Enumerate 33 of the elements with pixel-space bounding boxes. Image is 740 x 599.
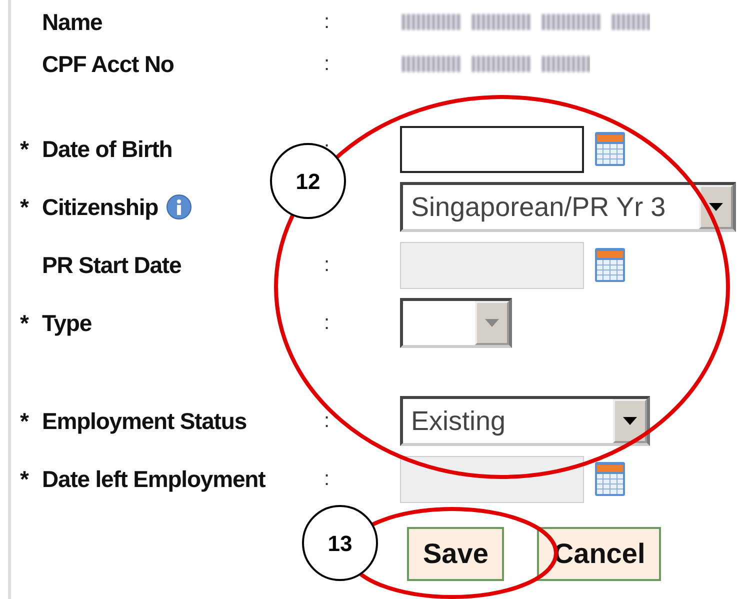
caret-icon bbox=[484, 318, 500, 328]
callout-number: 13 bbox=[302, 505, 378, 581]
required-mark: * bbox=[20, 308, 30, 338]
caret-icon bbox=[708, 202, 724, 212]
required-mark: * bbox=[20, 464, 30, 494]
calendar-icon[interactable] bbox=[594, 131, 626, 167]
cancel-button[interactable]: Cancel bbox=[537, 527, 662, 581]
required-mark: * bbox=[20, 192, 30, 222]
info-icon[interactable] bbox=[166, 194, 192, 220]
required-mark: * bbox=[20, 134, 30, 164]
dropdown-arrow-button[interactable] bbox=[613, 399, 647, 443]
field-label: Date of Birth bbox=[42, 134, 172, 164]
colon-separator: : bbox=[324, 253, 330, 278]
colon-separator: : bbox=[324, 311, 330, 336]
field-label: Type bbox=[42, 308, 92, 338]
field-label: Date left Employment bbox=[42, 464, 266, 494]
colon-separator: : bbox=[324, 52, 330, 77]
colon-separator: : bbox=[324, 409, 330, 434]
colon-separator: : bbox=[324, 467, 330, 492]
field-label: Employment Status bbox=[42, 406, 247, 436]
required-mark: * bbox=[20, 406, 30, 436]
calendar-icon[interactable] bbox=[594, 461, 626, 497]
caret-icon bbox=[622, 416, 638, 426]
field-label: Name bbox=[42, 8, 102, 37]
save-button[interactable]: Save bbox=[407, 527, 504, 581]
field-label: PR Start Date bbox=[42, 250, 182, 280]
calendar-icon[interactable] bbox=[594, 247, 626, 283]
field-label: CPF Acct No bbox=[42, 50, 174, 79]
dropdown-select[interactable]: Existing bbox=[400, 396, 650, 446]
date-field[interactable] bbox=[400, 126, 584, 172]
dropdown-select[interactable]: Singaporean/PR Yr 3 bbox=[400, 182, 736, 232]
field-label: Citizenship bbox=[42, 192, 158, 222]
colon-separator: : bbox=[324, 10, 330, 35]
